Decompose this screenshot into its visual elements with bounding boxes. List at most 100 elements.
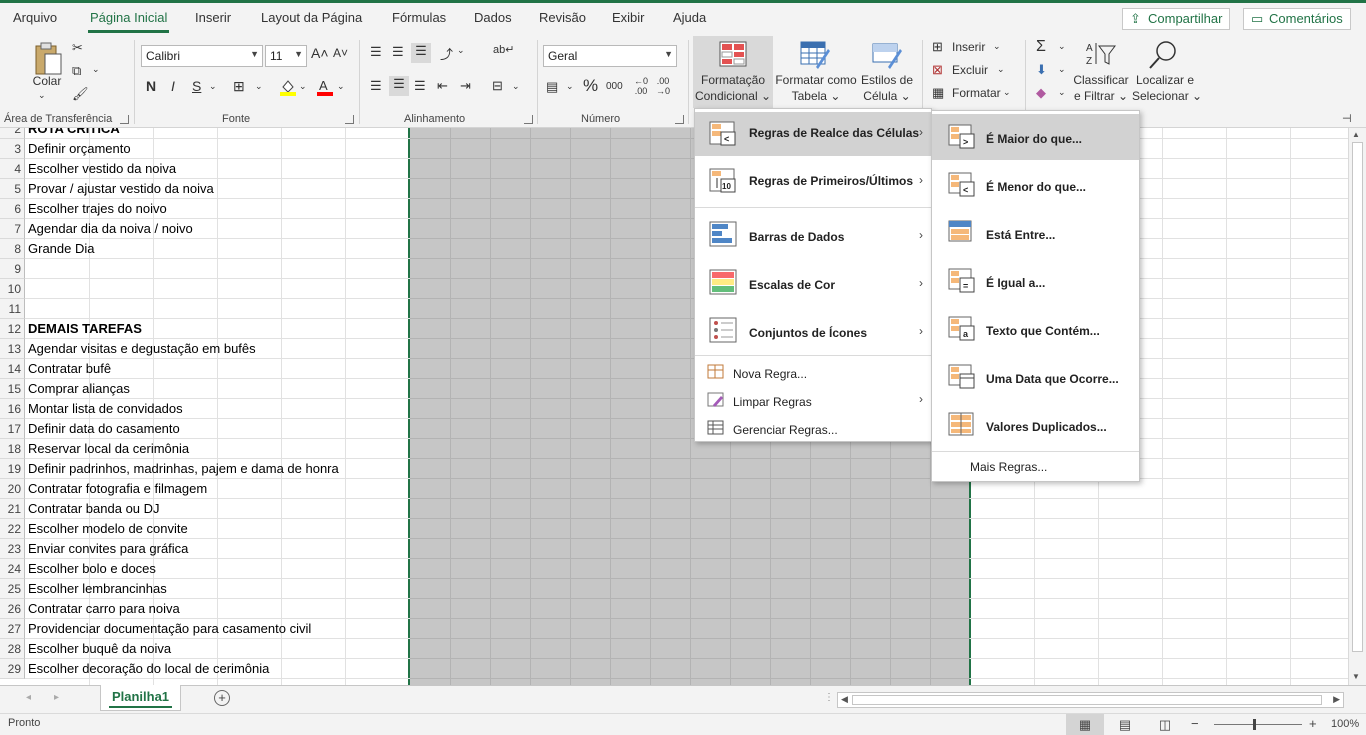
task-cell[interactable]: Comprar alianças	[25, 379, 410, 399]
task-cell[interactable]: Providenciar documentação para casamento…	[25, 619, 410, 639]
task-cell[interactable]: Escolher modelo de convite	[25, 519, 410, 539]
cut-icon[interactable]: ✂	[72, 40, 83, 56]
find-select-icon[interactable]	[1148, 39, 1180, 71]
fill-color-dropdown-icon[interactable]: ⌄	[299, 81, 307, 92]
currency-icon[interactable]: ▤	[546, 79, 558, 95]
fill-dropdown-icon[interactable]: ⌄	[1058, 64, 1066, 75]
task-cell[interactable]: Definir orçamento	[25, 139, 410, 159]
row-header[interactable]: 18	[0, 439, 25, 459]
row-header[interactable]: 16	[0, 399, 25, 419]
scroll-down-icon[interactable]: ▼	[1352, 672, 1360, 681]
zoom-out-icon[interactable]: −	[1191, 716, 1199, 731]
row-header[interactable]: 2	[0, 128, 25, 139]
sort-filter-label-1[interactable]: Classificar	[1070, 73, 1132, 88]
row-header[interactable]: 26	[0, 599, 25, 619]
share-button[interactable]: ⇪ Compartilhar	[1122, 8, 1231, 30]
align-center-icon[interactable]: ☰	[389, 76, 409, 96]
shrink-font-icon[interactable]: A˅	[333, 46, 348, 60]
row-header[interactable]: 23	[0, 539, 25, 559]
font-name-combo[interactable]: Calibri ▼	[141, 45, 263, 67]
pin-ribbon-icon[interactable]: ⊣	[1342, 112, 1352, 125]
percent-button[interactable]: %	[583, 76, 598, 96]
tab-ajuda[interactable]: Ajuda	[673, 10, 706, 25]
task-cell[interactable]: DEMAIS TAREFAS	[25, 319, 410, 339]
row-header[interactable]: 7	[0, 219, 25, 239]
task-cell[interactable]: Montar lista de convidados	[25, 399, 410, 419]
scroll-thumb[interactable]	[1352, 142, 1363, 652]
task-cell[interactable]: Definir padrinhos, madrinhas, pajem e da…	[25, 459, 410, 479]
row-header[interactable]: 11	[0, 299, 25, 319]
merge-dropdown-icon[interactable]: ⌄	[512, 81, 520, 92]
underline-button[interactable]: S	[192, 78, 201, 94]
row-header[interactable]: 12	[0, 319, 25, 339]
format-painter-icon[interactable]: 🖌	[72, 86, 89, 102]
task-cell[interactable]: Grande Dia	[25, 239, 410, 259]
task-cell[interactable]: Escolher lembrancinhas	[25, 579, 410, 599]
sort-filter-icon[interactable]: A Z	[1086, 40, 1118, 70]
number-launcher-icon[interactable]	[675, 115, 684, 124]
wrap-text-icon[interactable]: ab↵	[493, 43, 514, 56]
row-header[interactable]: 20	[0, 479, 25, 499]
menu-item-color-scales[interactable]: Escalas de Cor ›	[695, 261, 931, 305]
cell-styles-icon[interactable]	[872, 41, 902, 69]
task-cell[interactable]: Definir data do casamento	[25, 419, 410, 439]
fill-down-icon[interactable]: ⬇	[1036, 62, 1047, 78]
scroll-up-icon[interactable]: ▲	[1352, 130, 1360, 139]
copy-dropdown-icon[interactable]: ⌄	[92, 64, 100, 75]
font-size-combo[interactable]: 11 ▼	[265, 45, 307, 67]
zoom-in-icon[interactable]: +	[1309, 716, 1317, 731]
copy-icon[interactable]: ⧉	[72, 63, 81, 79]
increase-decimal-icon[interactable]: ←0.00	[634, 76, 648, 96]
task-cell[interactable]	[25, 259, 410, 279]
task-cell[interactable]: Contratar banda ou DJ	[25, 499, 410, 519]
italic-button[interactable]: I	[171, 78, 175, 94]
tab-arquivo[interactable]: Arquivo	[13, 10, 57, 25]
insert-dropdown-icon[interactable]: ⌄	[993, 41, 1001, 52]
page-break-view-icon[interactable]: ◫	[1146, 714, 1184, 735]
orientation-icon[interactable]: ⤴	[440, 44, 453, 63]
zoom-slider-track[interactable]	[1214, 724, 1302, 725]
tab-formulas[interactable]: Fórmulas	[392, 10, 446, 25]
task-cell[interactable]: Contratar carro para noiva	[25, 599, 410, 619]
task-cell[interactable]: Contratar fotografia e filmagem	[25, 479, 410, 499]
insert-cells-label[interactable]: Inserir	[952, 40, 985, 55]
sort-filter-label-2[interactable]: e Filtrar ⌄	[1070, 89, 1132, 104]
task-cell[interactable]: Escolher trajes do noivo	[25, 199, 410, 219]
row-header[interactable]: 28	[0, 639, 25, 659]
delete-dropdown-icon[interactable]: ⌄	[997, 64, 1005, 75]
fill-color-icon[interactable]	[279, 78, 297, 96]
row-header[interactable]: 9	[0, 259, 25, 279]
decrease-decimal-icon[interactable]: .00 →0	[656, 76, 670, 96]
row-header[interactable]: 24	[0, 559, 25, 579]
menu-item-new-rule[interactable]: Nova Regra...	[695, 361, 931, 387]
font-color-dropdown-icon[interactable]: ⌄	[337, 81, 345, 92]
clear-dropdown-icon[interactable]: ⌄	[1058, 87, 1066, 98]
submenu-item-text-contains[interactable]: a Texto que Contém...	[932, 306, 1139, 352]
h-scroll-thumb[interactable]	[852, 695, 1322, 705]
submenu-item-date-occurring[interactable]: Uma Data que Ocorre...	[932, 354, 1139, 400]
row-header[interactable]: 6	[0, 199, 25, 219]
task-cell[interactable]: Reservar local da cerimônia	[25, 439, 410, 459]
row-header[interactable]: 14	[0, 359, 25, 379]
increase-indent-icon[interactable]: ⇥	[460, 78, 471, 94]
normal-view-icon[interactable]: ▦	[1066, 714, 1104, 735]
task-cell[interactable]: ROTA CRÍTICA	[25, 128, 410, 139]
format-cells-label[interactable]: Formatar	[952, 86, 1001, 101]
grow-font-icon[interactable]: A˄	[311, 45, 329, 61]
task-cell[interactable]: Escolher bolo e doces	[25, 559, 410, 579]
task-cell[interactable]: Escolher decoração do local de cerimônia	[25, 659, 410, 679]
format-as-table-icon[interactable]	[800, 41, 830, 69]
next-sheet-icon[interactable]: ▸	[54, 692, 59, 703]
submenu-item-equal-to[interactable]: = É Igual a...	[932, 258, 1139, 304]
format-as-table-label-2[interactable]: Tabela ⌄	[773, 89, 859, 104]
align-top-icon[interactable]: ☰	[370, 44, 382, 60]
format-cells-icon[interactable]: ▦	[932, 85, 944, 101]
task-cell[interactable]: Provar / ajustar vestido da noiva	[25, 179, 410, 199]
borders-icon[interactable]: ⊞	[233, 78, 245, 95]
thousands-separator-button[interactable]: 000	[606, 81, 623, 92]
tab-layout-da-pagina[interactable]: Layout da Página	[261, 10, 362, 25]
row-header[interactable]: 5	[0, 179, 25, 199]
align-left-icon[interactable]: ☰	[370, 78, 382, 94]
task-cell[interactable]: Escolher buquê da noiva	[25, 639, 410, 659]
row-header[interactable]: 27	[0, 619, 25, 639]
